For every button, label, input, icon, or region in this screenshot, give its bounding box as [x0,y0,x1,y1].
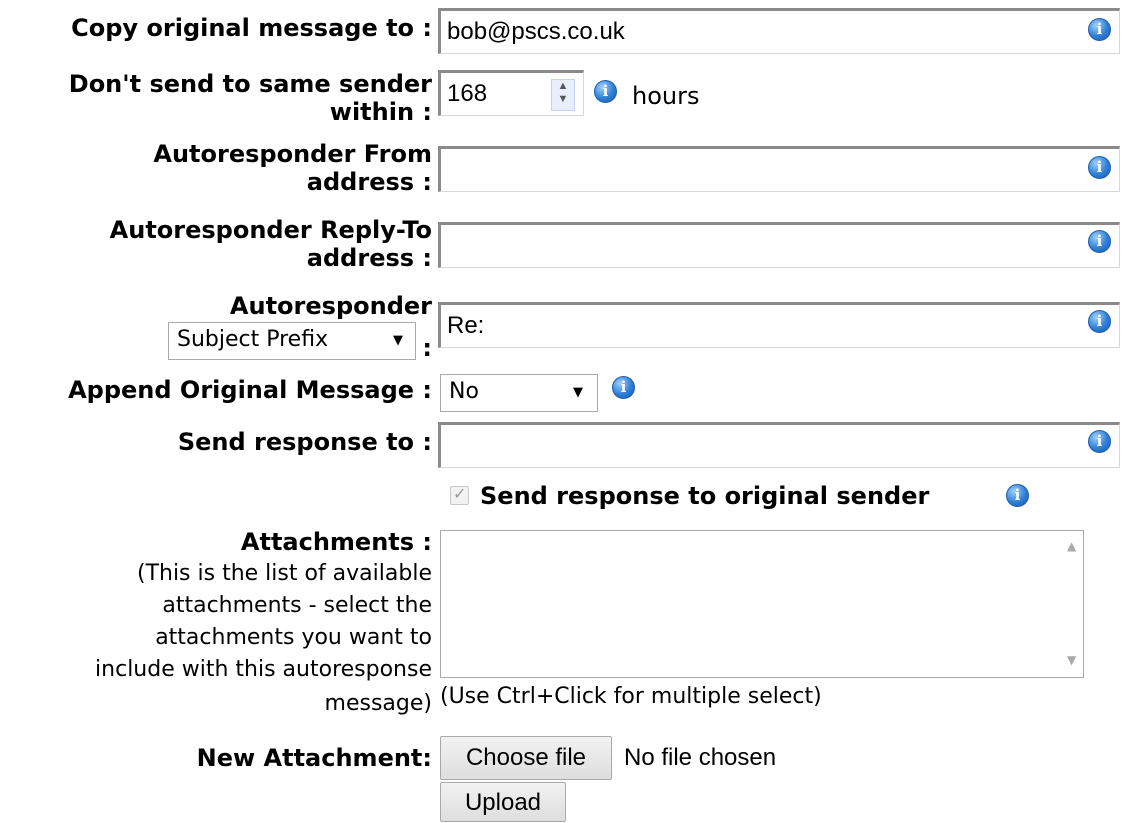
info-icon[interactable]: i [612,376,635,399]
append-label: Append Original Message : [68,376,432,404]
attachments-help-line3: attachments you want to [155,625,432,650]
copy-to-value: bob@pscs.co.uk [447,18,625,45]
up-down-spinner-icon[interactable]: ▲ ▼ [551,79,575,111]
from-label-line2: address : [306,168,432,196]
triangle-down-icon: ▼ [573,385,583,400]
send-to-original-label: Send response to original sender [480,482,930,510]
attachments-label: Attachments : [240,528,432,556]
scroll-down-icon[interactable]: ▼ [1067,653,1076,667]
info-icon[interactable]: i [1088,310,1111,333]
hours-unit: hours [632,82,700,110]
from-label-line1: Autoresponder From [153,140,432,168]
append-selected: No [449,379,479,404]
send-to-original-checkbox[interactable]: ✓ [450,484,469,505]
replyto-address-input[interactable] [438,222,1120,268]
info-icon[interactable]: i [1006,484,1029,507]
replyto-label-line2: address : [306,244,432,272]
checkmark-icon: ✓ [453,484,467,503]
info-icon[interactable]: i [1088,156,1111,179]
append-select[interactable]: No ▼ [440,374,598,412]
send-to-input[interactable] [438,422,1120,468]
info-icon[interactable]: i [1088,18,1111,41]
subject-colon: : [422,334,432,362]
subject-prefix-input[interactable]: Re: [438,302,1120,348]
info-icon[interactable]: i [1088,430,1111,453]
attachments-hint: (Use Ctrl+Click for multiple select) [440,684,822,709]
subject-prefix-value: Re: [447,312,485,339]
listbox-scrollbar[interactable]: ▲ ▼ [1061,531,1083,677]
info-icon[interactable]: i [1088,230,1111,253]
same-sender-value: 168 [447,80,488,107]
subject-mode-select[interactable]: Subject Prefix ▼ [168,322,416,360]
info-icon[interactable]: i [594,80,617,103]
same-sender-label-line1: Don't send to same sender [68,70,432,98]
subject-mode-selected: Subject Prefix [177,327,329,352]
send-to-label: Send response to : [177,428,432,456]
triangle-down-icon: ▼ [393,333,403,348]
choose-file-button[interactable]: Choose file [440,736,612,780]
from-address-input[interactable] [438,146,1120,192]
attachments-help-line1: (This is the list of available [136,561,432,586]
subject-label: Autoresponder [229,292,432,320]
copy-to-input[interactable]: bob@pscs.co.uk [438,8,1120,54]
same-sender-label-line2: within : [329,98,432,126]
attachments-help-line5: message) [324,691,432,716]
same-sender-hours-stepper[interactable]: 168 ▲ ▼ [438,70,584,116]
attachments-help-line4: include with this autoresponse [95,657,432,682]
replyto-label-line1: Autoresponder Reply-To [109,216,432,244]
new-attachment-label: New Attachment: [196,744,432,772]
attachments-listbox[interactable]: ▲ ▼ [440,530,1084,678]
scroll-up-icon[interactable]: ▲ [1067,539,1076,553]
attachments-help-line2: attachments - select the [162,593,432,618]
copy-to-label: Copy original message to : [71,14,432,42]
no-file-chosen-text: No file chosen [624,744,777,771]
upload-button[interactable]: Upload [440,782,566,822]
